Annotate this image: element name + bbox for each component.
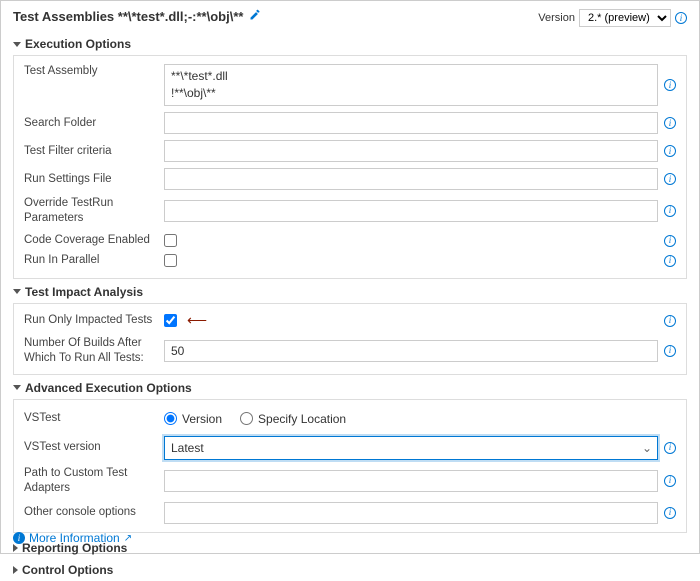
run-impacted-checkbox[interactable] <box>164 314 177 327</box>
section-title: Advanced Execution Options <box>25 381 192 395</box>
info-icon[interactable]: i <box>664 507 676 519</box>
label-vstest-version: VSTest version <box>24 440 164 455</box>
label-code-coverage: Code Coverage Enabled <box>24 233 164 248</box>
info-icon[interactable]: i <box>675 12 687 24</box>
more-info-link[interactable]: i More Information ↗ <box>13 531 132 545</box>
radio-version-label: Version <box>182 412 222 426</box>
label-run-parallel: Run In Parallel <box>24 253 164 268</box>
section-body-impact: Run Only Impacted Tests ⟵ i Number Of Bu… <box>13 303 687 375</box>
override-params-input[interactable] <box>164 200 658 222</box>
label-run-settings: Run Settings File <box>24 172 164 187</box>
external-link-icon: ↗ <box>124 533 132 544</box>
header: Test Assemblies **\*test*.dll;-:**\obj\*… <box>13 9 687 27</box>
label-vstest: VSTest <box>24 411 164 426</box>
label-test-filter: Test Filter criteria <box>24 144 164 159</box>
builds-after-input[interactable] <box>164 340 658 362</box>
section-header-execution[interactable]: Execution Options <box>13 37 687 51</box>
info-icon[interactable]: i <box>664 315 676 327</box>
label-other-console: Other console options <box>24 505 164 520</box>
caret-down-icon <box>13 385 21 390</box>
title-row: Test Assemblies **\*test*.dll;-:**\obj\*… <box>13 9 261 24</box>
label-custom-adapters: Path to Custom Test Adapters <box>24 466 164 496</box>
info-icon[interactable]: i <box>664 173 676 185</box>
radio-version[interactable]: Version <box>164 412 222 426</box>
info-icon[interactable]: i <box>664 235 676 247</box>
info-icon[interactable]: i <box>664 117 676 129</box>
run-parallel-checkbox[interactable] <box>164 254 177 267</box>
radio-location[interactable]: Specify Location <box>240 412 346 426</box>
info-icon[interactable]: i <box>664 79 676 91</box>
info-fill-icon: i <box>13 532 25 544</box>
code-coverage-checkbox[interactable] <box>164 234 177 247</box>
page-title: Test Assemblies **\*test*.dll;-:**\obj\*… <box>13 9 243 24</box>
radio-version-input[interactable] <box>164 412 177 425</box>
caret-down-icon <box>13 289 21 294</box>
info-icon[interactable]: i <box>664 345 676 357</box>
custom-adapters-input[interactable] <box>164 470 658 492</box>
other-console-input[interactable] <box>164 502 658 524</box>
section-header-control[interactable]: Control Options <box>13 563 687 577</box>
more-info-label: More Information <box>29 531 120 545</box>
section-title: Execution Options <box>25 37 131 51</box>
section-advanced: Advanced Execution Options VSTest Versio… <box>13 381 687 533</box>
label-search-folder: Search Folder <box>24 116 164 131</box>
search-folder-input[interactable] <box>164 112 658 134</box>
test-assembly-input[interactable]: **\*test*.dll !**\obj\** <box>164 64 658 106</box>
version-label: Version <box>538 12 575 24</box>
section-execution: Execution Options Test Assembly **\*test… <box>13 37 687 279</box>
section-title: Test Impact Analysis <box>25 285 143 299</box>
version-select[interactable]: 2.* (preview) <box>579 9 671 27</box>
caret-right-icon <box>13 566 18 574</box>
section-body-advanced: VSTest Version Specify Location VSTest v… <box>13 399 687 533</box>
info-icon[interactable]: i <box>664 442 676 454</box>
label-override-params: Override TestRun Parameters <box>24 196 164 226</box>
section-impact: Test Impact Analysis Run Only Impacted T… <box>13 285 687 375</box>
section-title: Control Options <box>22 563 113 577</box>
label-test-assembly: Test Assembly <box>24 64 164 79</box>
collapsed-sections: Reporting Options Control Options <box>13 541 687 581</box>
info-icon[interactable]: i <box>664 255 676 267</box>
info-icon[interactable]: i <box>664 475 676 487</box>
section-header-advanced[interactable]: Advanced Execution Options <box>13 381 687 395</box>
version-row: Version 2.* (preview) i <box>538 9 687 27</box>
info-icon[interactable]: i <box>664 145 676 157</box>
caret-down-icon <box>13 42 21 47</box>
edit-icon[interactable] <box>249 9 261 24</box>
section-body-execution: Test Assembly **\*test*.dll !**\obj\** i… <box>13 55 687 279</box>
radio-location-input[interactable] <box>240 412 253 425</box>
label-run-impacted: Run Only Impacted Tests <box>24 313 164 328</box>
section-header-impact[interactable]: Test Impact Analysis <box>13 285 687 299</box>
label-builds-after: Number Of Builds After Which To Run All … <box>24 336 164 366</box>
info-icon[interactable]: i <box>664 205 676 217</box>
test-filter-input[interactable] <box>164 140 658 162</box>
radio-location-label: Specify Location <box>258 412 346 426</box>
vstest-version-select[interactable]: Latest <box>164 436 658 460</box>
run-settings-input[interactable] <box>164 168 658 190</box>
arrow-annotation-icon: ⟵ <box>187 312 207 329</box>
